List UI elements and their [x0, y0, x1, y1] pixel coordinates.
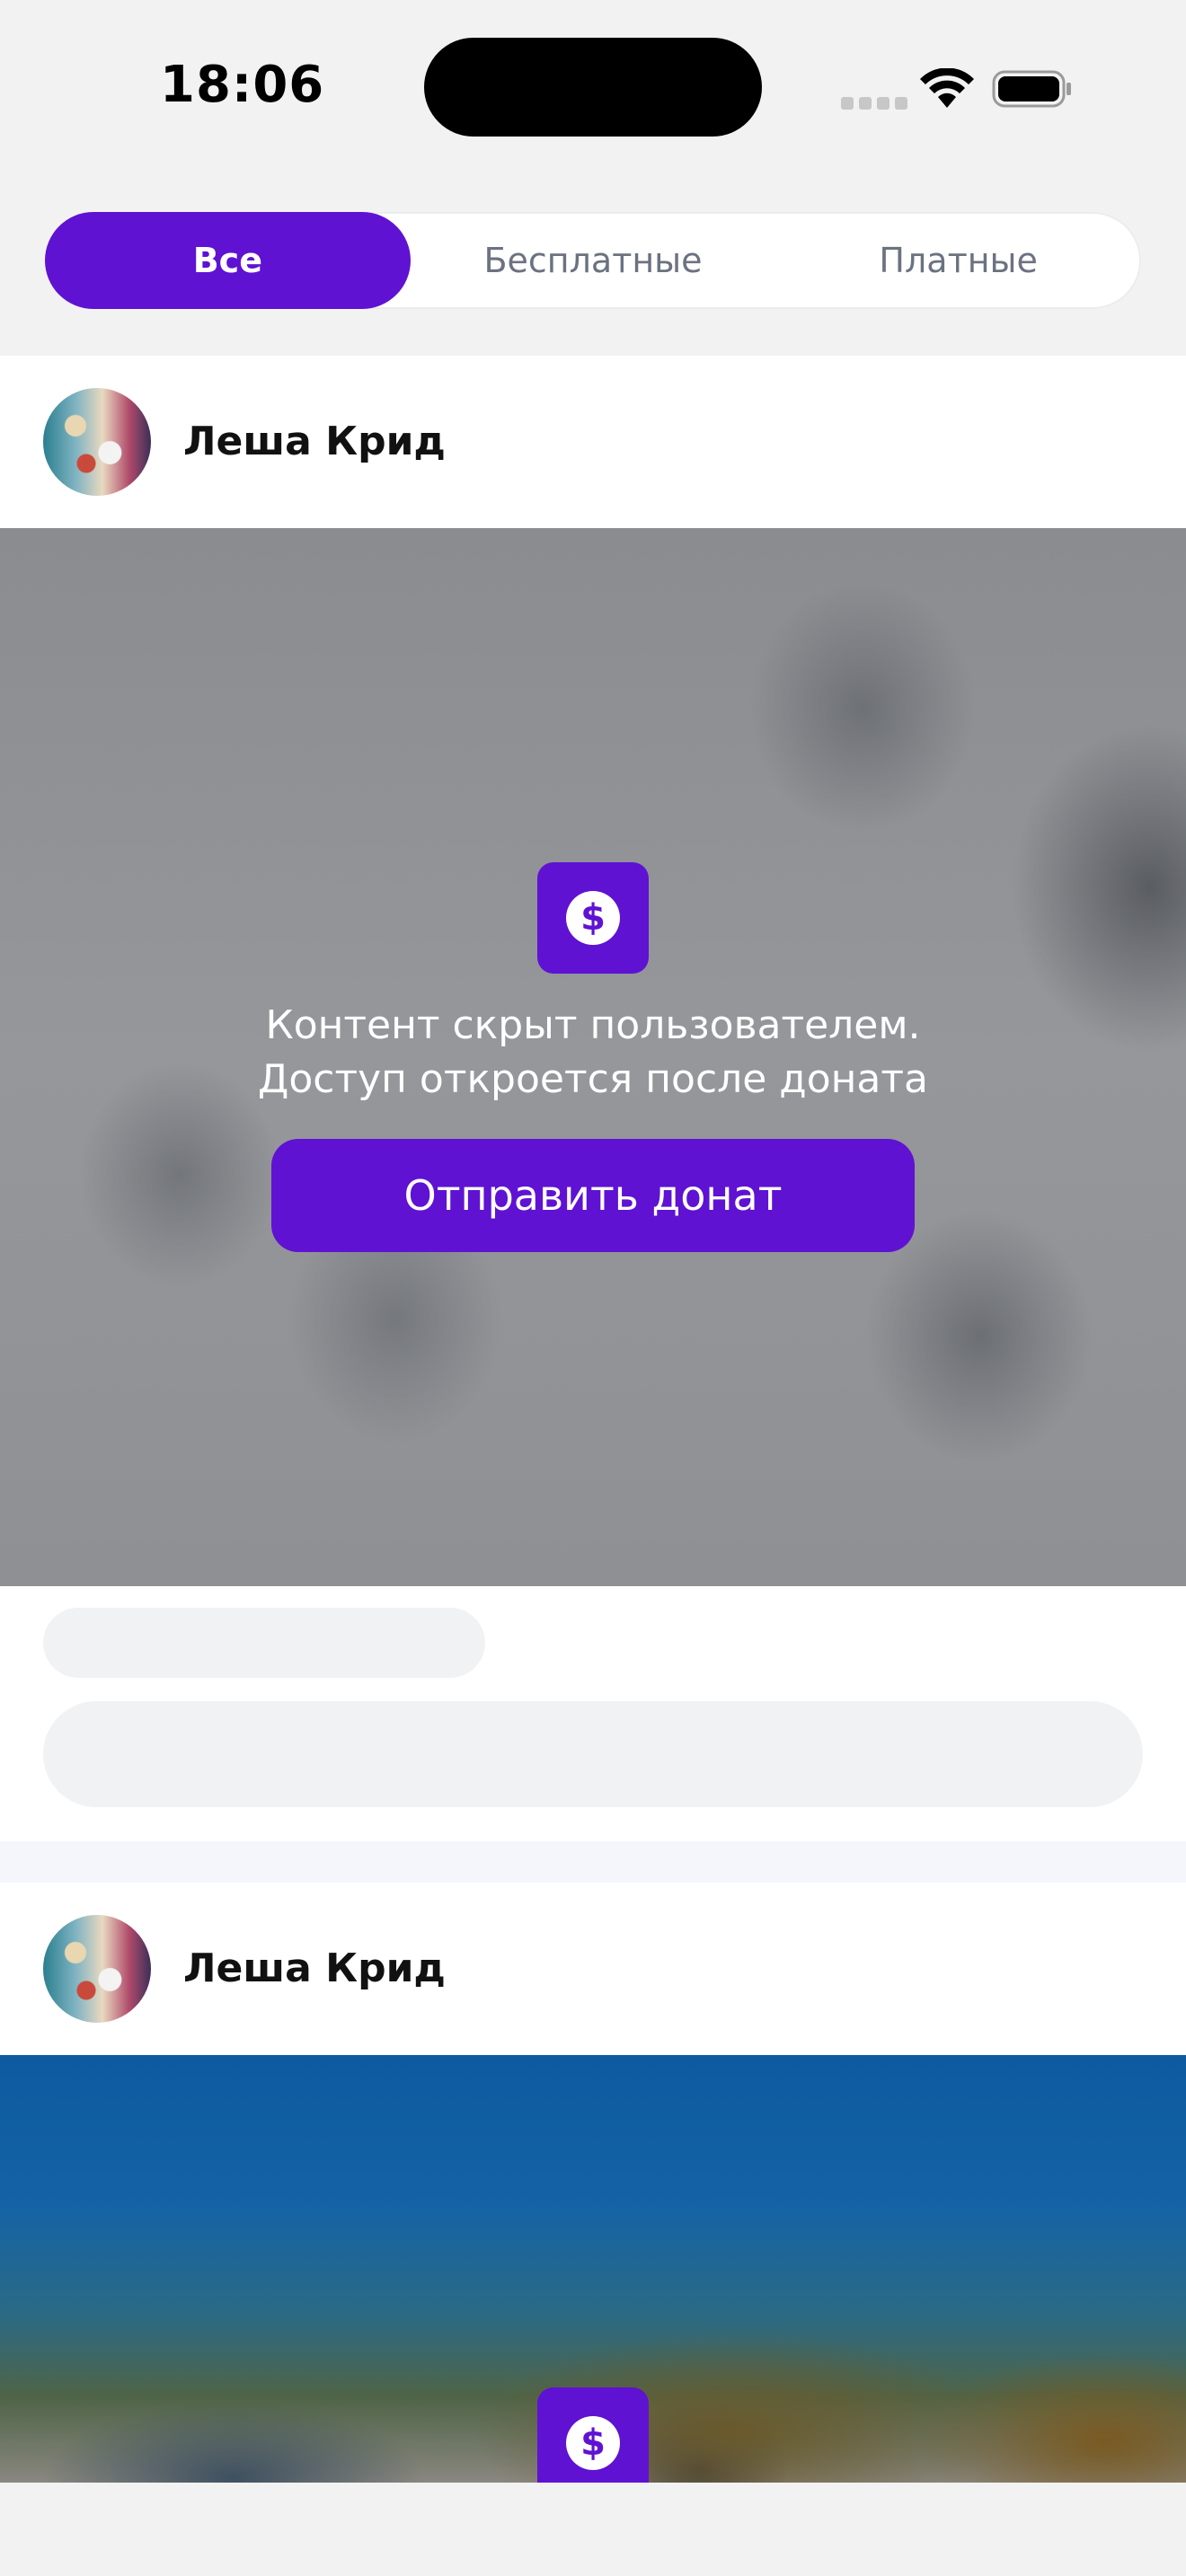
skeleton-block: [43, 1701, 1143, 1807]
donation-badge: $: [537, 862, 649, 974]
donation-badge: $: [537, 2387, 649, 2483]
post-divider: [0, 1841, 1186, 1883]
locked-content: $: [0, 2055, 1186, 2483]
author-name[interactable]: Леша Крид: [183, 419, 446, 464]
dollar-icon: $: [566, 2416, 620, 2470]
dynamic-island: [424, 38, 762, 137]
tab-paid[interactable]: Платные: [775, 212, 1141, 309]
filter-tabs: Все Бесплатные Платные: [45, 212, 1141, 309]
locked-message-line2: Доступ откроется после доната: [258, 1056, 928, 1102]
dollar-icon: $: [566, 891, 620, 945]
post-header: Леша Крид: [0, 1883, 1186, 2055]
author-name[interactable]: Леша Крид: [183, 1945, 446, 1991]
cellular-signal-icon: [841, 93, 913, 110]
bottom-area: [0, 2483, 1186, 2576]
locked-message: Контент скрыт пользователем. Доступ откр…: [0, 999, 1186, 1107]
status-time: 18:06: [160, 56, 325, 114]
locked-content: $ Контент скрыт пользователем. Доступ от…: [0, 528, 1186, 1586]
tab-all[interactable]: Все: [45, 212, 411, 309]
send-donation-button[interactable]: Отправить донат: [271, 1139, 915, 1252]
post-header: Леша Крид: [0, 356, 1186, 528]
wifi-icon: [920, 68, 974, 108]
status-bar: 18:06: [0, 0, 1186, 180]
skeleton-line: [43, 1608, 485, 1678]
avatar[interactable]: [43, 1915, 151, 2023]
battery-icon: [992, 70, 1071, 108]
post-caption-placeholder: [0, 1586, 1186, 1841]
avatar[interactable]: [43, 388, 151, 496]
tab-free[interactable]: Бесплатные: [411, 212, 776, 309]
locked-message-line1: Контент скрыт пользователем.: [265, 1002, 921, 1048]
